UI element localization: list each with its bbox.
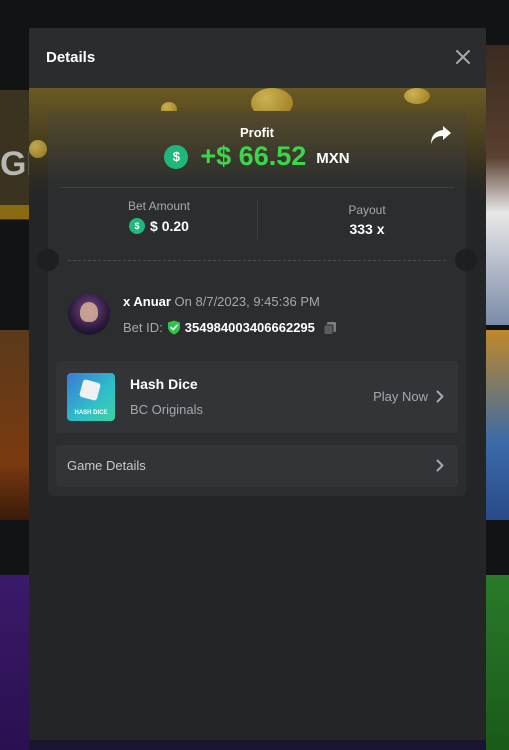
payout-stat: Payout 333 x [268,203,466,237]
dollar-coin-icon: $ [164,144,189,169]
payout-label: Payout [348,203,386,217]
modal-title: Details [46,49,96,66]
game-thumbnail-label: HASH DICE [74,410,108,416]
close-icon [456,50,470,64]
bet-id-row: Bet ID: 354984003406662295 [123,320,337,335]
payout-value: 333 x [349,221,385,237]
background-game-card-left [0,330,29,520]
copy-button[interactable] [323,321,337,335]
modal-header: Details [29,28,486,88]
chevron-right-icon [436,459,444,472]
background-game-card-right [486,330,509,520]
profit-currency: MXN [316,150,350,167]
dice-icon [78,378,102,402]
avatar[interactable] [68,293,110,335]
game-link-row[interactable]: HASH DICE Hash Dice BC Originals Play No… [56,361,458,433]
coin-decoration [29,140,47,158]
close-button[interactable] [454,48,472,66]
game-details-label: Game Details [67,458,146,473]
profit-label: Profit [240,125,274,140]
game-provider: BC Originals [130,402,203,417]
bet-amount-value: $ 0.20 [150,218,189,234]
details-modal: Details Profit $ +$ 66.52 MXN Bet Amount [29,28,486,740]
divider [60,187,454,188]
verified-shield-icon [167,320,181,335]
bet-details-card: Profit $ +$ 66.52 MXN Bet Amount $ $ 0.2… [37,111,477,496]
background-game-card-right-bottom [486,575,509,750]
ticket-notch-left [37,249,59,271]
ticket-notch-right [455,249,477,271]
divider-vertical [257,199,258,239]
profit-amount: +$ 66.52 [200,141,307,171]
bet-amount-stat: Bet Amount $ $ 0.20 [60,199,258,234]
coin-decoration [404,88,430,104]
play-now-link[interactable]: Play Now [373,389,428,404]
dollar-coin-icon: $ [129,218,146,234]
bet-amount-value-row: $ $ 0.20 [60,218,258,234]
ticket-dashed-divider [68,260,446,261]
game-details-row[interactable]: Game Details [56,445,458,487]
bet-date: On 8/7/2023, 9:45:36 PM [174,294,320,309]
bet-id-value: 354984003406662295 [184,320,315,335]
game-thumbnail: HASH DICE [67,373,115,421]
user-info: x Anuar On 8/7/2023, 9:45:36 PM [123,294,320,309]
user-name[interactable]: x Anuar [123,294,171,309]
profit-row: $ +$ 66.52 MXN [48,141,466,172]
bet-id-label: Bet ID: [123,320,163,335]
background-stripe [0,205,29,219]
game-name: Hash Dice [130,376,198,392]
bet-amount-label: Bet Amount [127,199,191,213]
background-game-card-left-bottom [0,575,29,750]
copy-icon [323,321,336,335]
chevron-right-icon [436,390,444,403]
background-banner-right [486,45,509,325]
